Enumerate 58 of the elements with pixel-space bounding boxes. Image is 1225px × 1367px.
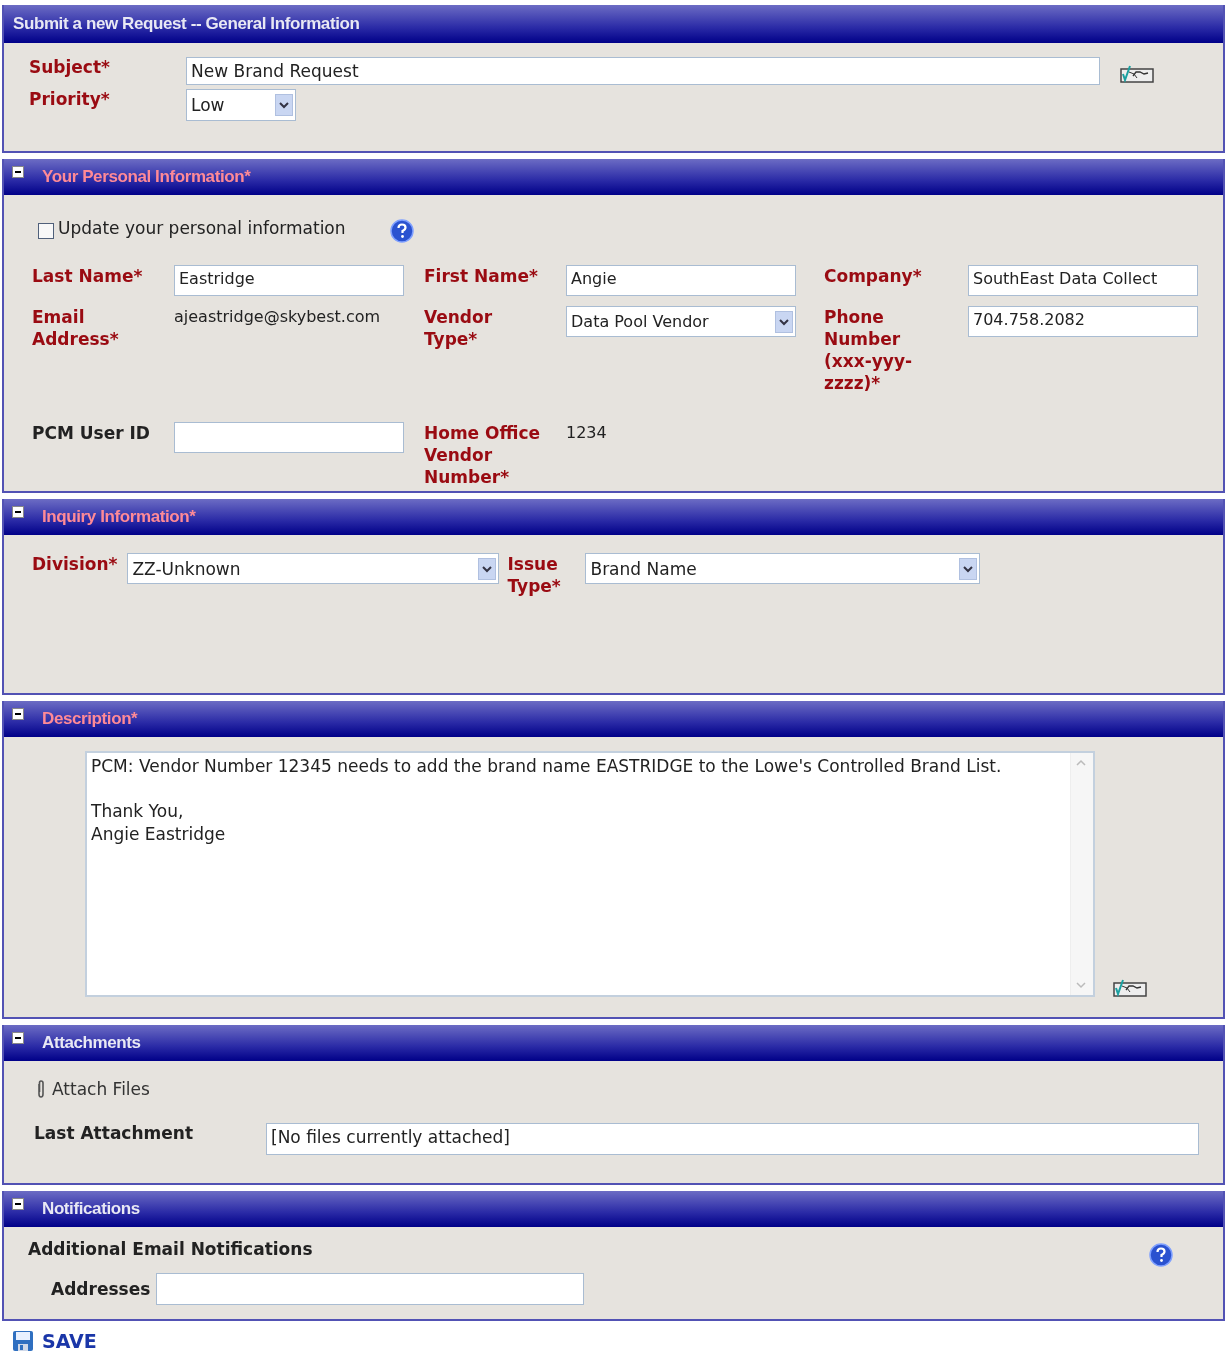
collapse-icon[interactable]	[12, 708, 24, 720]
section-title: Attachments	[42, 1033, 141, 1053]
field-label: Vendor Type*	[424, 306, 494, 350]
field-label: PCM User ID	[32, 422, 151, 444]
section-header[interactable]: Inquiry Information*	[4, 499, 1223, 535]
checkbox-label: Update your personal information	[58, 218, 346, 238]
section-header[interactable]: Attachments	[4, 1025, 1223, 1061]
field-label: Issue Type*	[507, 553, 562, 597]
section-title: Inquiry Information*	[42, 507, 196, 527]
text-field[interactable]: [No files currently attached]	[266, 1123, 1199, 1155]
field-label: Priority*	[29, 89, 111, 109]
attach-files-link[interactable]: Attach Files	[34, 1079, 1223, 1099]
field-label: Email Address*	[32, 306, 120, 350]
spellcheck-icon[interactable]	[1113, 979, 1147, 997]
text-field[interactable]: New Brand Request	[186, 57, 1100, 85]
text-field[interactable]: Eastridge	[174, 265, 404, 296]
field-value: ajeastridge@skybest.com	[174, 306, 382, 328]
collapse-icon[interactable]	[12, 1032, 24, 1044]
help-icon[interactable]	[389, 219, 414, 243]
collapse-icon[interactable]	[12, 1198, 24, 1210]
checkbox[interactable]	[38, 223, 54, 239]
field-value: 1234	[566, 422, 608, 444]
save-button[interactable]: SAVE	[12, 1330, 97, 1352]
field-label: Last Attachment	[34, 1123, 194, 1143]
dropdown[interactable]: ZZ-Unknown	[127, 553, 500, 584]
paperclip-icon	[36, 1080, 46, 1098]
field-label: First Name*	[424, 265, 539, 287]
dropdown[interactable]: Data Pool Vendor	[566, 306, 796, 337]
collapse-icon[interactable]	[12, 506, 24, 518]
dropdown[interactable]: Brand Name	[585, 553, 981, 584]
text-line: PCM: Vendor Number 12345 needs to add the brand name EASTRIDGE to the Lowe's Controlled Brand List.	[91, 755, 1003, 778]
field-label: Division*	[32, 553, 119, 575]
section-title: Your Personal Information*	[42, 167, 251, 187]
field-label: Home Office Vendor Number*	[424, 422, 542, 488]
section-header[interactable]: Description*	[4, 701, 1223, 737]
section-header[interactable]: Notifications	[4, 1191, 1223, 1227]
text-field[interactable]: Angie	[566, 265, 796, 296]
section-header[interactable]: Your Personal Information*	[4, 159, 1223, 195]
field-label: Phone Number (xxx-yyy-zzzz)*	[824, 306, 914, 394]
text-field[interactable]: 704.758.2082	[968, 306, 1198, 337]
dropdown[interactable]: Low	[186, 89, 296, 121]
text-field[interactable]	[174, 422, 404, 453]
field-label: Company*	[824, 265, 923, 287]
text-field[interactable]	[156, 1273, 585, 1305]
form-title: Submit a new Request -- General Information	[4, 5, 1223, 43]
field-label: Subject*	[29, 57, 111, 77]
text-line: Angie Eastridge	[91, 823, 227, 846]
help-icon[interactable]	[1149, 1243, 1173, 1267]
spellcheck-icon[interactable]	[1120, 65, 1154, 83]
text-field[interactable]: SouthEast Data Collect	[968, 265, 1198, 296]
collapse-icon[interactable]	[12, 166, 24, 178]
field-label: Last Name*	[32, 265, 144, 287]
section-title: Description*	[42, 709, 138, 729]
field-label: Addresses	[51, 1279, 151, 1299]
notifications-heading: Additional Email Notifications	[28, 1239, 313, 1259]
text-line: Thank You,	[91, 800, 185, 823]
description-field[interactable]: PCM: Vendor Number 12345 needs to add the brand name EASTRIDGE to the Lowe's Controlled Brand List. Thank You, Angie Eastridge	[85, 751, 1095, 997]
section-title: Notifications	[42, 1199, 140, 1219]
